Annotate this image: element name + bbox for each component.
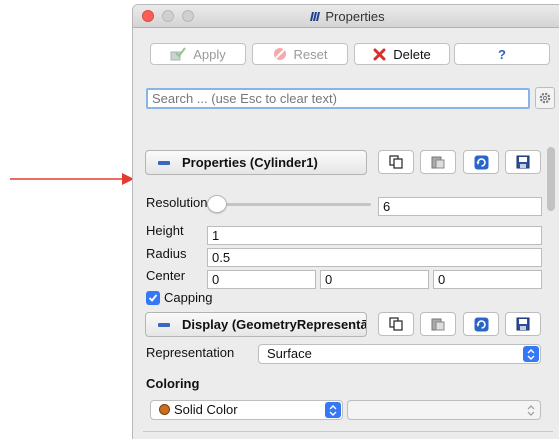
refresh-icon bbox=[474, 155, 488, 169]
help-question-icon: ? bbox=[498, 46, 506, 62]
capping-label: Capping bbox=[164, 290, 213, 305]
paraview-logo-icon bbox=[310, 12, 321, 21]
collapse-minus-icon bbox=[158, 322, 170, 327]
paste-display-button[interactable] bbox=[420, 312, 456, 336]
scrollbar-thumb[interactable] bbox=[547, 147, 555, 211]
save-disk-icon bbox=[516, 317, 530, 331]
height-label: Height bbox=[146, 223, 184, 238]
radius-field[interactable]: 0.5 bbox=[207, 248, 542, 267]
representation-label: Representation bbox=[146, 345, 235, 360]
chevron-updown-icon bbox=[523, 402, 539, 418]
window-title: Properties bbox=[133, 9, 559, 24]
resolution-slider-track[interactable] bbox=[225, 203, 371, 206]
paste-properties-button[interactable] bbox=[420, 150, 456, 174]
collapse-minus-icon bbox=[158, 160, 170, 165]
delete-x-icon bbox=[373, 48, 386, 60]
gear-icon bbox=[539, 92, 551, 104]
save-defaults-button[interactable] bbox=[505, 150, 541, 174]
capping-checkbox[interactable] bbox=[146, 291, 160, 305]
restore-defaults-button[interactable] bbox=[463, 150, 499, 174]
radius-label: Radius bbox=[146, 246, 187, 261]
help-button[interactable]: ? bbox=[454, 43, 550, 65]
representation-select[interactable]: Surface bbox=[258, 344, 541, 364]
advanced-settings-button[interactable] bbox=[535, 87, 555, 109]
center-x-field[interactable]: 0 bbox=[207, 270, 316, 289]
paste-icon bbox=[431, 318, 445, 331]
height-field[interactable]: 1 bbox=[207, 226, 542, 245]
center-y-field[interactable]: 0 bbox=[320, 270, 429, 289]
refresh-icon bbox=[474, 317, 488, 331]
copy-display-button[interactable] bbox=[378, 312, 414, 336]
apply-icon bbox=[170, 47, 187, 61]
apply-button[interactable]: Apply bbox=[150, 43, 246, 65]
resolution-label: Resolution bbox=[146, 195, 208, 210]
copy-icon bbox=[389, 317, 403, 331]
properties-window: Properties Apply Reset Delete ? Search .… bbox=[132, 4, 559, 439]
paste-icon bbox=[431, 156, 445, 169]
chevron-updown-icon bbox=[523, 346, 539, 362]
properties-section-header[interactable]: Properties (Cylinder1) bbox=[145, 150, 367, 175]
reset-button[interactable]: Reset bbox=[252, 43, 348, 65]
reset-icon bbox=[273, 48, 286, 60]
chevron-updown-icon bbox=[325, 402, 341, 418]
restore-display-defaults-button[interactable] bbox=[463, 312, 499, 336]
delete-button[interactable]: Delete bbox=[354, 43, 450, 65]
resolution-field[interactable]: 6 bbox=[378, 197, 542, 216]
display-section-header[interactable]: Display (GeometryRepresentā bbox=[145, 312, 367, 337]
coloring-component-select[interactable] bbox=[347, 400, 541, 420]
save-display-defaults-button[interactable] bbox=[505, 312, 541, 336]
search-input[interactable]: Search ... (use Esc to clear text) bbox=[146, 88, 530, 109]
center-label: Center bbox=[146, 268, 186, 283]
copy-properties-button[interactable] bbox=[378, 150, 414, 174]
annotation-arrow bbox=[10, 173, 134, 185]
save-disk-icon bbox=[516, 155, 530, 169]
copy-icon bbox=[389, 155, 403, 169]
title-bar: Properties bbox=[133, 5, 559, 28]
solid-color-swatch-icon bbox=[159, 404, 170, 415]
resolution-slider-handle[interactable] bbox=[207, 195, 227, 213]
coloring-select[interactable]: Solid Color bbox=[150, 400, 343, 420]
coloring-heading: Coloring bbox=[146, 376, 200, 391]
checkmark-icon bbox=[148, 294, 158, 302]
center-z-field[interactable]: 0 bbox=[433, 270, 542, 289]
